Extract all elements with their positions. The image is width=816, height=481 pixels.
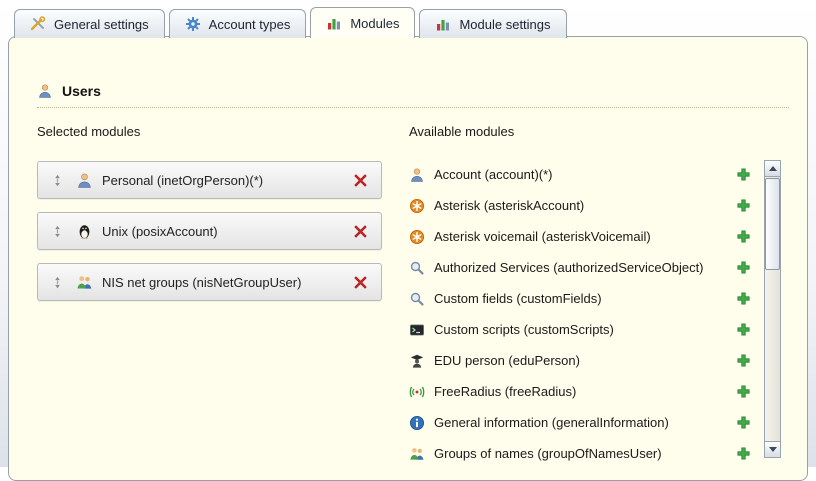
add-module-button[interactable] — [736, 415, 751, 430]
arrow-down-icon — [769, 447, 777, 452]
available-modules-column: Available modules Account (account)(*) — [409, 124, 807, 461]
magnifier-icon — [409, 291, 425, 307]
group-icon — [76, 274, 93, 291]
add-module-button[interactable] — [736, 229, 751, 244]
scroll-up-button[interactable] — [765, 161, 780, 177]
penguin-icon — [76, 223, 93, 240]
available-modules-list: Account (account)(*) Asterisk (asteriskA… — [409, 159, 751, 461]
module-label: Asterisk (asteriskAccount) — [434, 198, 584, 213]
add-module-button[interactable] — [736, 322, 751, 337]
arrow-up-icon — [769, 166, 777, 171]
add-module-button[interactable] — [736, 198, 751, 213]
scrollbar-thumb[interactable] — [765, 178, 780, 270]
lam-config-page: General settings Account types Modules M… — [0, 0, 816, 467]
available-module-edu-person-eduperson: EDU person (eduPerson) — [409, 345, 751, 376]
available-module-account-account: Account (account)(*) — [409, 159, 751, 190]
modules-icon — [326, 15, 342, 31]
drag-handle-icon[interactable] — [51, 276, 64, 289]
tab-general-settings[interactable]: General settings — [14, 9, 165, 38]
module-label: EDU person (eduPerson) — [434, 353, 580, 368]
module-label: Authorized Services (authorizedServiceOb… — [434, 260, 704, 275]
selected-module-nis-net-groups-nisnetgroupuser: NIS net groups (nisNetGroupUser) — [37, 263, 382, 301]
section-title: Users — [62, 83, 101, 99]
edu-icon — [409, 353, 425, 369]
magnifier-icon — [409, 260, 425, 276]
available-module-general-information-generalinformation: General information (generalInformation) — [409, 407, 751, 438]
user-icon — [409, 167, 425, 183]
asterisk-icon — [409, 198, 425, 214]
module-label: Custom scripts (customScripts) — [434, 322, 614, 337]
selected-module-personal-inetorgperson: Personal (inetOrgPerson)(*) — [37, 161, 382, 199]
users-section-header: Users — [37, 83, 789, 108]
tab-label: General settings — [54, 17, 149, 32]
available-module-asterisk-voicemail-asteriskvoicemail: Asterisk voicemail (asteriskVoicemail) — [409, 221, 751, 252]
tab-modules[interactable]: Modules — [310, 7, 415, 38]
selected-modules-list: Personal (inetOrgPerson)(*) Unix (posixA… — [37, 161, 409, 301]
selected-modules-column: Selected modules Personal (inetOrgPerson… — [37, 124, 409, 461]
scroll-down-button[interactable] — [765, 441, 780, 457]
module-label: NIS net groups (nisNetGroupUser) — [102, 275, 301, 290]
tab-module-settings[interactable]: Module settings — [419, 9, 566, 38]
add-module-button[interactable] — [736, 446, 751, 461]
add-module-button[interactable] — [736, 260, 751, 275]
asterisk-icon — [409, 229, 425, 245]
tab-bar: General settings Account types Modules M… — [14, 7, 567, 38]
available-modules-scroll-area: Account (account)(*) Asterisk (asteriskA… — [409, 159, 807, 461]
selected-modules-heading: Selected modules — [37, 124, 409, 139]
add-module-button[interactable] — [736, 291, 751, 306]
tab-label: Module settings — [459, 17, 550, 32]
selected-module-unix-posixaccount: Unix (posixAccount) — [37, 212, 382, 250]
tab-account-types[interactable]: Account types — [169, 9, 307, 38]
add-module-button[interactable] — [736, 384, 751, 399]
gear-icon — [185, 16, 201, 32]
module-label: Personal (inetOrgPerson)(*) — [102, 173, 263, 188]
user-icon — [76, 172, 93, 189]
radius-icon — [409, 384, 425, 400]
add-module-button[interactable] — [736, 167, 751, 182]
drag-handle-icon[interactable] — [51, 174, 64, 187]
available-modules-heading: Available modules — [409, 124, 807, 139]
tab-label: Account types — [209, 17, 291, 32]
available-module-freeradius-freeradius: FreeRadius (freeRadius) — [409, 376, 751, 407]
module-label: Groups of names (groupOfNamesUser) — [434, 446, 662, 461]
remove-module-button[interactable] — [353, 275, 368, 290]
available-module-custom-fields-customfields: Custom fields (customFields) — [409, 283, 751, 314]
add-module-button[interactable] — [736, 353, 751, 368]
script-icon — [409, 322, 425, 338]
available-module-asterisk-asteriskaccount: Asterisk (asteriskAccount) — [409, 190, 751, 221]
remove-module-button[interactable] — [353, 224, 368, 239]
scrollbar[interactable] — [764, 160, 781, 458]
available-module-groups-of-names-groupofnamesuser: Groups of names (groupOfNamesUser) — [409, 438, 751, 461]
info-icon — [409, 415, 425, 431]
tools-icon — [30, 16, 46, 32]
module-label: FreeRadius (freeRadius) — [434, 384, 576, 399]
content-panel: Users Selected modules Personal (inetOrg… — [8, 36, 808, 481]
module-label: Account (account)(*) — [434, 167, 553, 182]
drag-handle-icon[interactable] — [51, 225, 64, 238]
module-label: Custom fields (customFields) — [434, 291, 602, 306]
tab-label: Modules — [350, 16, 399, 31]
available-module-custom-scripts-customscripts: Custom scripts (customScripts) — [409, 314, 751, 345]
group-icon — [409, 446, 425, 462]
module-label: Asterisk voicemail (asteriskVoicemail) — [434, 229, 651, 244]
modules-icon — [435, 16, 451, 32]
module-label: Unix (posixAccount) — [102, 224, 218, 239]
available-module-authorized-services-authorizedserviceobject: Authorized Services (authorizedServiceOb… — [409, 252, 751, 283]
modules-columns: Selected modules Personal (inetOrgPerson… — [9, 124, 807, 461]
module-label: General information (generalInformation) — [434, 415, 669, 430]
user-icon — [37, 83, 53, 99]
remove-module-button[interactable] — [353, 173, 368, 188]
